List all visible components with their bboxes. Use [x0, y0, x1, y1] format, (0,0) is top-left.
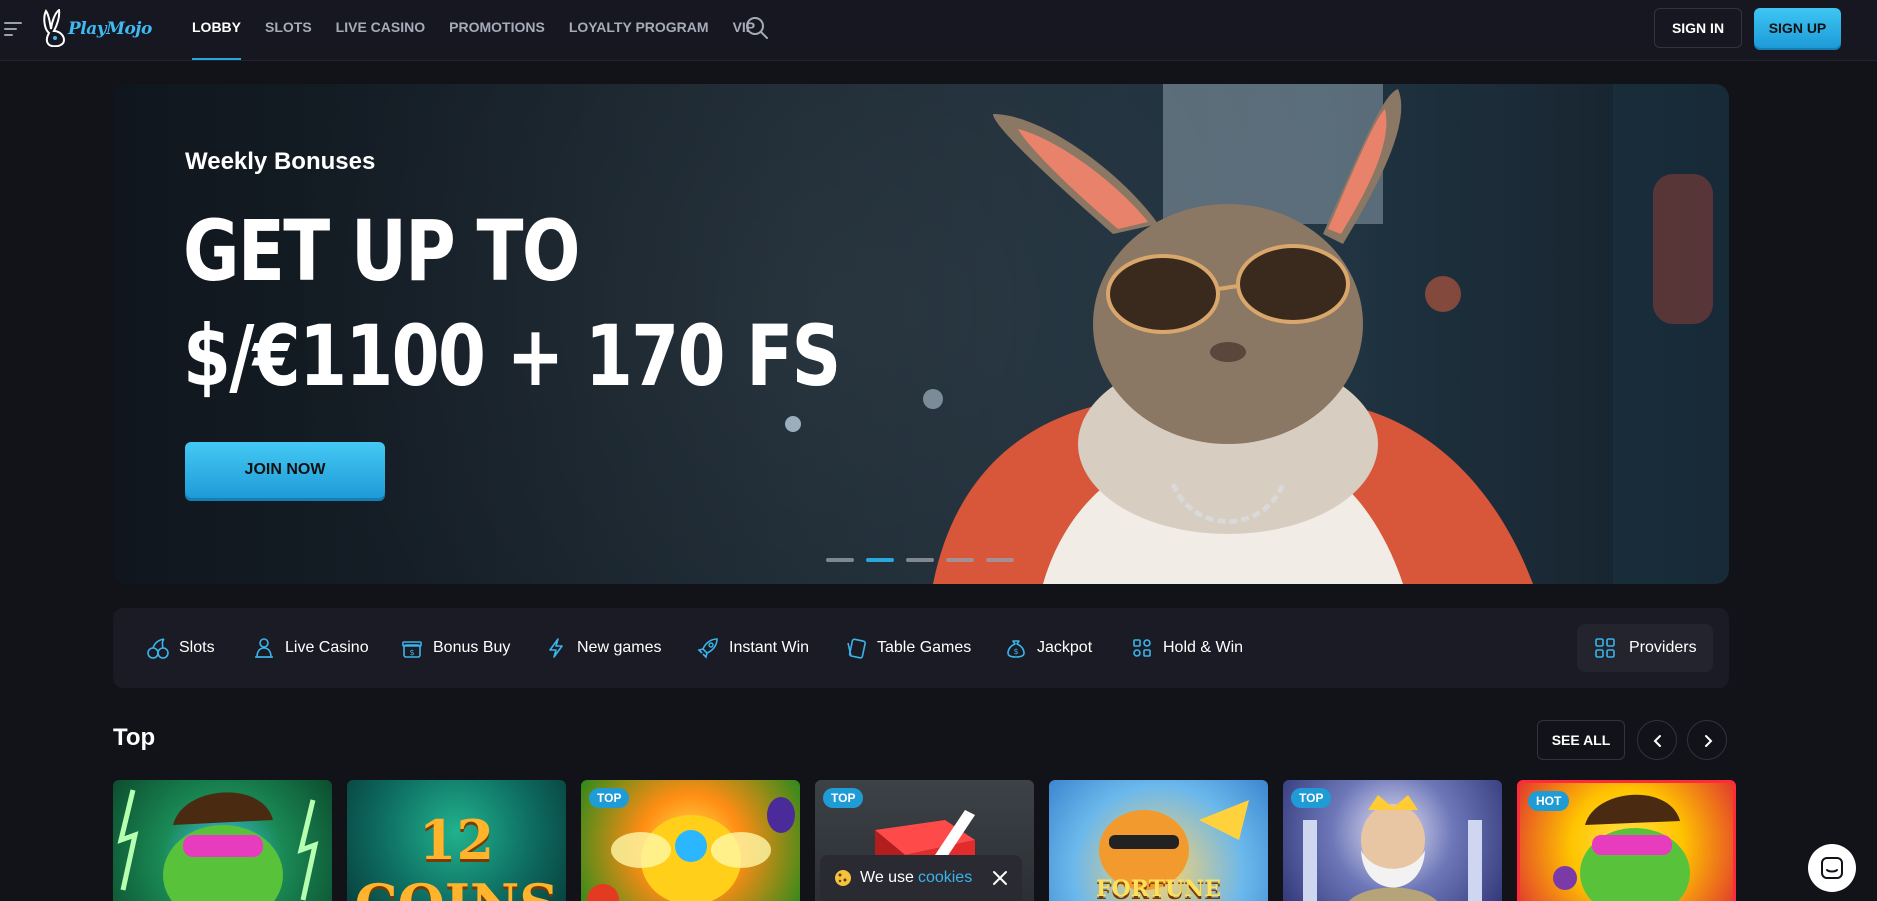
see-all-button[interactable]: SEE ALL — [1537, 720, 1625, 760]
cherries-icon — [147, 638, 169, 659]
nav-live-casino[interactable]: LIVE CASINO — [336, 0, 425, 60]
game-tile[interactable] — [113, 780, 332, 901]
close-icon[interactable] — [992, 870, 1008, 886]
game-tile-title: 12 COINS — [355, 808, 559, 901]
providers-label: Providers — [1629, 639, 1697, 656]
brand-name: PlayMojo — [68, 19, 152, 39]
gift-icon: $ — [402, 641, 422, 658]
tile-badge-top: TOP — [823, 788, 864, 808]
tile-badge-hot: HOT — [1528, 791, 1570, 811]
grid-icon — [1595, 638, 1615, 658]
carousel-dot[interactable] — [826, 558, 854, 562]
carousel-dot[interactable] — [986, 558, 1014, 562]
category-label: Instant Win — [729, 639, 810, 656]
frog-character-icon — [117, 789, 319, 901]
section-title-top: Top — [113, 724, 156, 751]
carousel-dot-active[interactable] — [866, 558, 894, 562]
money-bag-icon: $ — [1007, 640, 1025, 658]
lightning-icon — [549, 638, 563, 658]
hero-headline-line1: GET UP TO — [183, 202, 580, 300]
providers-button[interactable]: Providers — [1577, 624, 1713, 672]
rocket-icon — [697, 638, 718, 659]
game-tile[interactable]: FORTUNE — [1049, 780, 1268, 901]
nav-loyalty-program[interactable]: LOYALTY PROGRAM — [569, 0, 709, 60]
category-label: Live Casino — [285, 639, 369, 656]
dealer-icon — [255, 638, 273, 658]
hero-headline-line2: $/€1100 + 170 FS — [183, 307, 841, 405]
category-bar: Slots Live Casino $ Bonus Buy New games … — [113, 608, 1729, 688]
sign-up-button[interactable]: SIGN UP — [1754, 8, 1841, 48]
top-navigation-bar: PlayMojo LOBBY SLOTS LIVE CASINO PROMOTI… — [0, 0, 1877, 61]
carousel-dot[interactable] — [906, 558, 934, 562]
category-slots[interactable]: Slots — [147, 608, 215, 688]
game-tile[interactable]: 12 COINS — [347, 780, 566, 901]
hero-banner[interactable]: Weekly Bonuses GET UP TO $/€1100 + 170 F… — [113, 84, 1729, 584]
category-label: Table Games — [877, 639, 972, 656]
hero-headline: GET UP TO $/€1100 + 170 FS — [183, 199, 841, 409]
carousel-dot[interactable] — [946, 558, 974, 562]
category-bonus-buy[interactable]: $ Bonus Buy — [401, 608, 510, 688]
category-label: New games — [577, 639, 662, 656]
carousel-dots — [826, 558, 1026, 562]
tile-badge-top: TOP — [589, 788, 630, 808]
category-hold-and-win[interactable]: Hold & Win — [1131, 608, 1243, 688]
game-tile[interactable]: TOP — [581, 780, 800, 901]
nav-slots[interactable]: SLOTS — [265, 0, 312, 60]
cookie-notice: We use cookies — [820, 855, 1022, 901]
cookie-icon — [835, 870, 851, 886]
cookie-text: We use — [860, 869, 914, 886]
svg-text:$: $ — [1013, 647, 1018, 656]
category-label: Slots — [179, 639, 215, 656]
tile-badge-top: TOP — [1291, 788, 1332, 808]
game-tile[interactable]: TOP — [1283, 780, 1502, 901]
game-tile-title: FORTUNE — [1095, 876, 1222, 901]
category-new-games[interactable]: New games — [545, 608, 661, 688]
category-label: Jackpot — [1037, 639, 1093, 656]
category-label: Bonus Buy — [433, 639, 511, 656]
category-live-casino[interactable]: Live Casino — [253, 608, 369, 688]
category-table-games[interactable]: Table Games — [845, 608, 971, 688]
category-label: Hold & Win — [1163, 639, 1244, 656]
nav-lobby[interactable]: LOBBY — [192, 0, 241, 60]
game-tile[interactable]: HOT — [1517, 780, 1736, 901]
search-icon[interactable] — [744, 15, 770, 41]
live-chat-button[interactable] — [1808, 844, 1856, 892]
category-instant-win[interactable]: Instant Win — [697, 608, 809, 688]
scroll-left-button[interactable] — [1637, 720, 1677, 760]
svg-text:$: $ — [409, 648, 414, 657]
hero-subtitle: Weekly Bonuses — [185, 148, 376, 175]
chat-icon — [1821, 857, 1843, 879]
grid-dots-icon — [1133, 639, 1151, 657]
chevron-left-icon — [1653, 735, 1661, 747]
bunny-logo-icon — [43, 9, 66, 47]
main-nav: LOBBY SLOTS LIVE CASINO PROMOTIONS LOYAL… — [192, 0, 779, 60]
sign-in-button[interactable]: SIGN IN — [1654, 8, 1742, 48]
cookies-link[interactable]: cookies — [918, 869, 972, 887]
join-now-button[interactable]: JOIN NOW — [185, 442, 385, 498]
scroll-right-button[interactable] — [1687, 720, 1727, 760]
chevron-right-icon — [1705, 735, 1713, 747]
category-jackpot[interactable]: $ Jackpot — [1005, 608, 1092, 688]
playmojo-logo[interactable]: PlayMojo — [40, 9, 156, 49]
menu-icon[interactable] — [4, 19, 24, 36]
cards-icon — [847, 638, 866, 659]
nav-promotions[interactable]: PROMOTIONS — [449, 0, 545, 60]
